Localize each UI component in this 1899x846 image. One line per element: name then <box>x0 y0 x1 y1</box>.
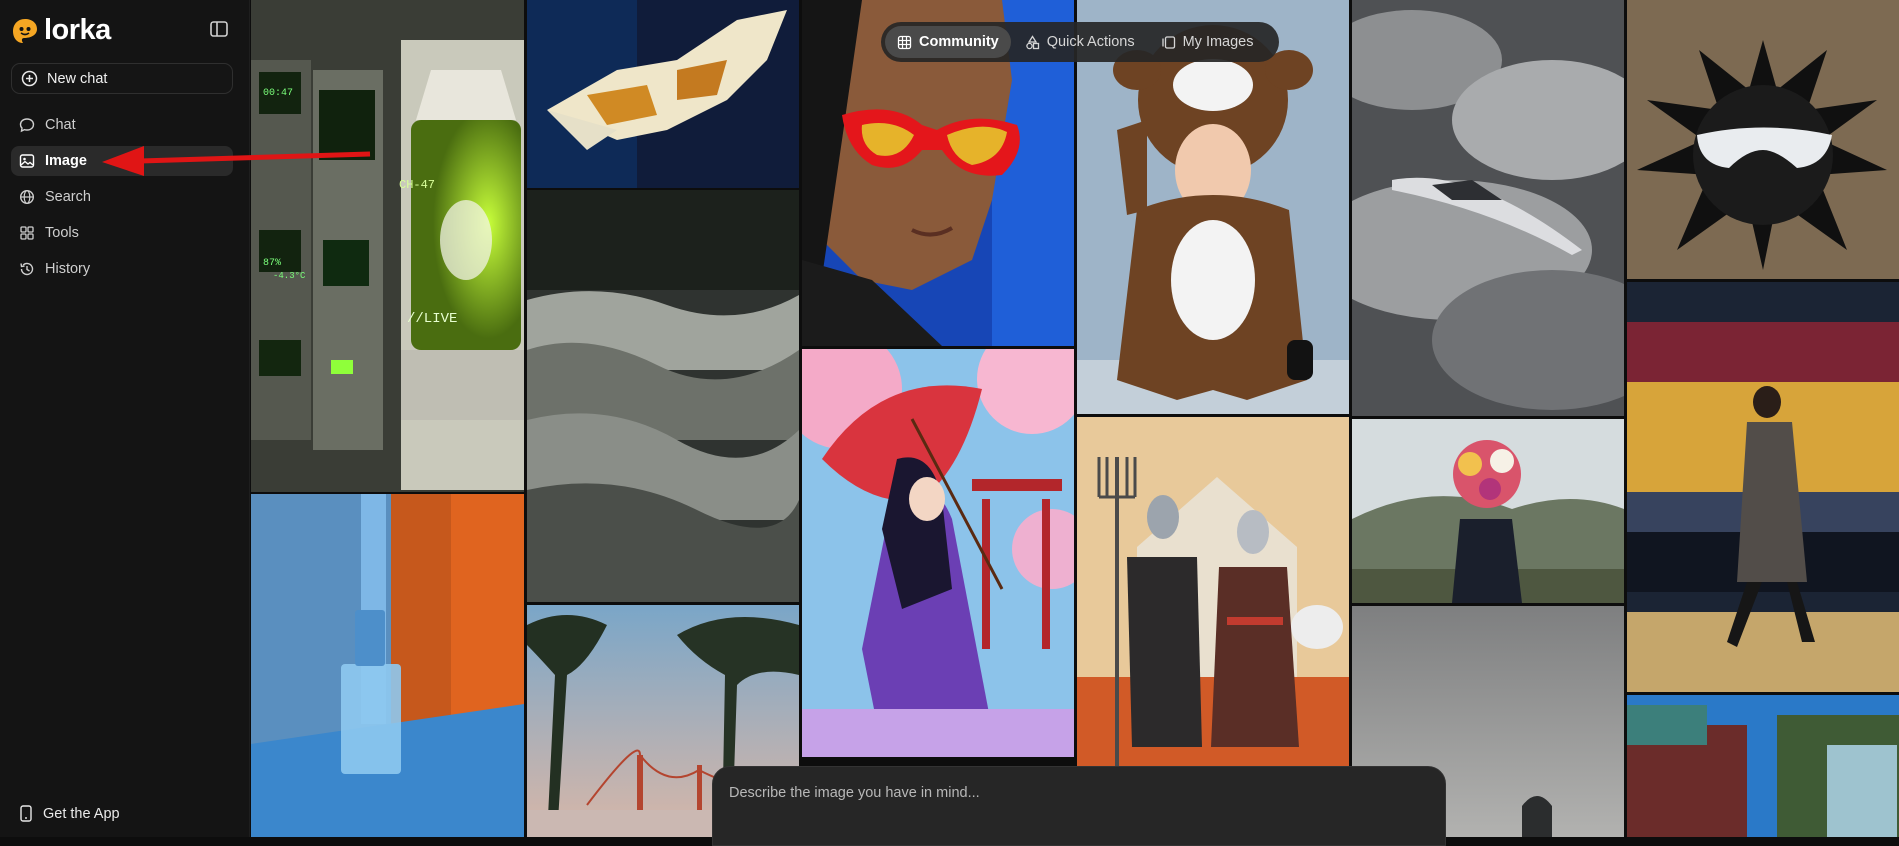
svg-text:-4.3°C: -4.3°C <box>273 271 306 281</box>
gallery-tab-switcher: Community Quick Actions My Images <box>881 22 1279 62</box>
gallery-image-ocean-waves[interactable] <box>527 190 799 602</box>
plus-circle-icon <box>21 70 38 87</box>
gallery-image-dragon-skeleton[interactable] <box>527 0 799 188</box>
svg-text:87%: 87% <box>263 258 281 269</box>
sidebar-item-label: History <box>45 261 91 277</box>
tab-quick-actions[interactable]: Quick Actions <box>1013 26 1147 58</box>
new-chat-label: New chat <box>47 70 108 87</box>
sidebar-nav: Chat Image Search Tools History <box>11 110 233 290</box>
gallery-image-spiky-cat[interactable] <box>1627 0 1899 279</box>
gallery-image-spaceship-clouds[interactable] <box>1352 0 1624 416</box>
gallery-image-anime-umbrella[interactable] <box>802 349 1074 757</box>
tab-label: My Images <box>1182 34 1254 50</box>
tab-label: Quick Actions <box>1046 34 1135 50</box>
globe-search-icon <box>19 189 35 205</box>
sidebar-item-label: Image <box>45 153 87 169</box>
get-app-label: Get the App <box>43 805 120 822</box>
sidebar-item-history[interactable]: History <box>11 254 233 284</box>
sidebar-item-label: Chat <box>45 117 76 133</box>
chat-bubble-icon <box>19 118 35 133</box>
red-arrow-annotation <box>102 146 371 176</box>
svg-text://LIVE: //LIVE <box>407 311 457 327</box>
sidebar-item-search[interactable]: Search <box>11 182 233 212</box>
tab-label: Community <box>919 34 999 50</box>
svg-text:CH-47: CH-47 <box>399 178 435 192</box>
svg-text:00:47: 00:47 <box>263 88 293 99</box>
gallery-image-specimen-tank[interactable]: CH-47 //LIVE 00:47 87% -4.3°C <box>251 0 524 492</box>
grid-icon <box>20 226 34 240</box>
images-stack-icon <box>1161 35 1175 49</box>
tab-community[interactable]: Community <box>885 26 1011 58</box>
image-icon <box>19 154 35 168</box>
sidebar-item-label: Search <box>45 189 91 205</box>
sidebar-toggle-icon[interactable] <box>208 18 230 40</box>
image-prompt-box <box>712 766 1446 846</box>
community-grid-icon <box>897 35 912 49</box>
image-prompt-input[interactable] <box>727 781 1421 805</box>
get-app-button[interactable]: Get the App <box>19 805 120 822</box>
gallery-image-flower-head[interactable] <box>1352 419 1624 603</box>
lorka-logo-icon <box>13 18 37 43</box>
gallery-image-perfume-bottle[interactable] <box>251 494 524 837</box>
tab-my-images[interactable]: My Images <box>1149 26 1266 58</box>
shapes-icon <box>1026 34 1039 49</box>
gallery-image-woman-train[interactable] <box>1627 282 1899 692</box>
sidebar: lorka New chat Chat Image Search Tools H… <box>0 0 250 837</box>
gallery-image-colorful-buildings[interactable] <box>1627 695 1899 837</box>
image-gallery: CH-47 //LIVE 00:47 87% -4.3°C <box>251 0 1899 837</box>
history-icon <box>20 262 34 276</box>
sidebar-item-label: Tools <box>45 225 79 241</box>
brand[interactable]: lorka <box>12 14 111 47</box>
gallery-image-baby-cow-costume[interactable] <box>1077 0 1349 414</box>
brand-name: lorka <box>44 14 111 46</box>
new-chat-button[interactable]: New chat <box>11 63 233 94</box>
phone-icon <box>20 805 32 822</box>
sidebar-item-chat[interactable]: Chat <box>11 110 233 140</box>
sidebar-item-tools[interactable]: Tools <box>11 218 233 248</box>
